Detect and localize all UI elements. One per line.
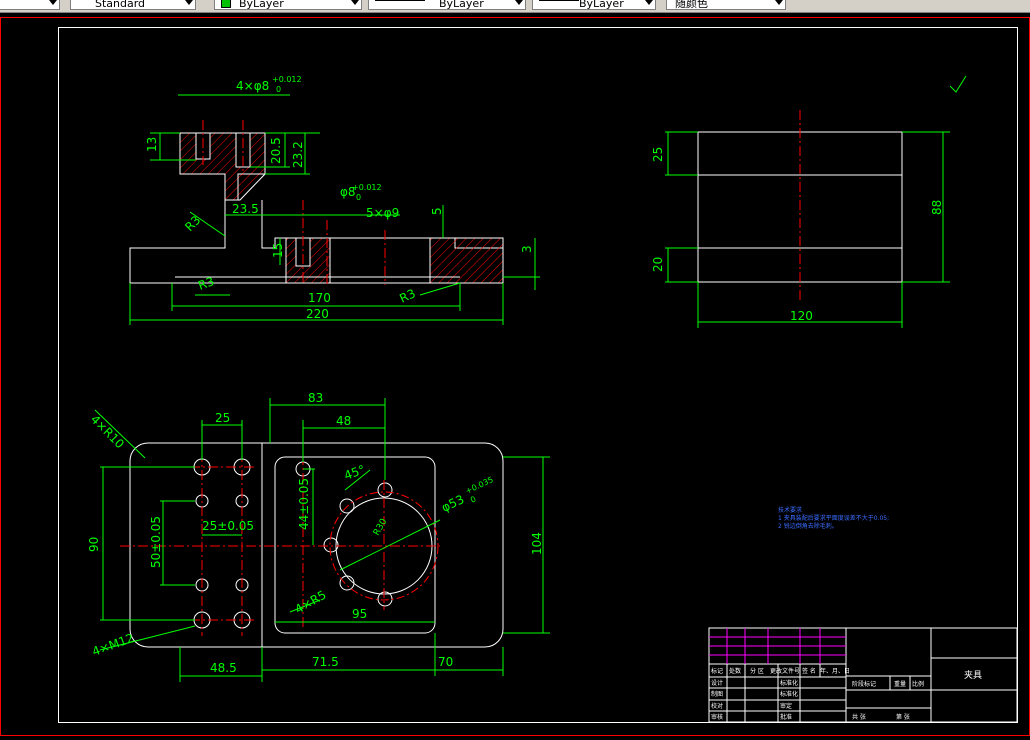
dim-95: 95 bbox=[352, 607, 367, 621]
title-block-revision-grid bbox=[709, 628, 846, 664]
dim-bore-tol-lo: 0 bbox=[469, 495, 477, 505]
dim-25-b: 25 bbox=[215, 411, 230, 425]
tb-sheets: 共 张 bbox=[852, 713, 866, 721]
dim-hole-tol-up: +0.012 bbox=[272, 75, 302, 84]
notes-title: 技术要求 bbox=[778, 506, 802, 514]
tb-std-1: 标准化 bbox=[780, 679, 798, 687]
dim-3: 3 bbox=[520, 245, 534, 253]
dim-bore-tol-up: +0.035 bbox=[464, 475, 495, 496]
dim-83: 83 bbox=[308, 391, 323, 405]
technical-notes: 技术要求 1 夹具装配后要求平面度误差不大于0.05; 2 锐边倒角去除毛刺。 bbox=[778, 506, 889, 530]
dim-45deg: 45° bbox=[342, 462, 367, 482]
linetype-combo[interactable]: ByLayer bbox=[368, 0, 526, 10]
front-view bbox=[129, 132, 504, 284]
top-dims bbox=[94, 398, 550, 682]
dim-bore-53: φ53 bbox=[439, 492, 466, 514]
dim-pin-tol-up: +0.012 bbox=[352, 183, 382, 192]
tb-zone: 分 区 bbox=[750, 667, 764, 675]
tb-weight: 重量 bbox=[894, 680, 906, 688]
tb-scale: 比例 bbox=[912, 680, 924, 688]
dim-4xm12: 4×M12 bbox=[90, 631, 135, 659]
tb-check: 校对 bbox=[711, 702, 723, 710]
linetype-preview bbox=[375, 0, 425, 1]
tb-count: 处数 bbox=[729, 667, 741, 675]
prev-combo[interactable] bbox=[0, 0, 60, 10]
dim-23-5: 23.5 bbox=[232, 202, 259, 216]
front-dims bbox=[129, 94, 540, 325]
tb-design: 设计 bbox=[711, 679, 723, 687]
tb-sheet: 第 张 bbox=[896, 713, 910, 721]
notes-line-2: 2 锐边倒角去除毛刺。 bbox=[778, 522, 838, 530]
dim-20-5: 20.5 bbox=[269, 137, 283, 164]
dim-23-2: 23.2 bbox=[291, 141, 305, 168]
dim-hole-4x8: 4×φ8 bbox=[236, 79, 269, 93]
dim-r3-a: R3 bbox=[182, 213, 203, 234]
tb-date: 年、月、日 bbox=[820, 667, 850, 675]
lineweight-preview bbox=[539, 0, 579, 1]
tb-sign: 签 名 bbox=[802, 667, 816, 675]
plot-style-value: 随颜色 bbox=[675, 0, 708, 10]
dim-20: 20 bbox=[651, 257, 665, 272]
tb-std-2: 标准化 bbox=[780, 690, 798, 698]
color-swatch bbox=[221, 0, 231, 8]
tb-approve-a: 审定 bbox=[780, 702, 792, 710]
side-dims bbox=[665, 75, 967, 328]
dim-48-5: 48.5 bbox=[210, 661, 237, 675]
dim-50: 50±0.05 bbox=[149, 516, 163, 568]
dim-71-5: 71.5 bbox=[312, 655, 339, 669]
dim-r3-c: R3 bbox=[397, 286, 417, 305]
dim-88: 88 bbox=[930, 200, 944, 215]
tb-change-doc: 更改文件号 bbox=[770, 667, 800, 675]
dim-4xr5: 4×R5 bbox=[293, 588, 329, 617]
dim-44: 44±0.05 bbox=[297, 478, 311, 530]
dim-104: 104 bbox=[530, 532, 544, 555]
dim-25: 25 bbox=[651, 147, 665, 162]
color-combo[interactable]: ByLayer bbox=[214, 0, 362, 10]
tb-mark: 标记 bbox=[711, 667, 723, 675]
dim-120: 120 bbox=[790, 309, 813, 323]
side-dim-text: 25 20 88 120 bbox=[651, 147, 944, 323]
text-style-combo[interactable]: Standard bbox=[70, 0, 196, 10]
notes-line-1: 1 夹具装配后要求平面度误差不大于0.05; bbox=[778, 514, 889, 522]
dim-hole-tol-lo: 0 bbox=[276, 85, 281, 94]
tb-draw: 制图 bbox=[711, 690, 723, 698]
color-value: ByLayer bbox=[239, 0, 284, 10]
tb-review: 审核 bbox=[711, 713, 723, 721]
dim-220: 220 bbox=[306, 307, 329, 321]
cad-drawing: 4×φ8 +0.012 0 13 20.5 23.2 R3 23.5 φ8 +0… bbox=[0, 17, 1030, 736]
dim-5: 5 bbox=[430, 207, 444, 215]
dim-70: 70 bbox=[438, 655, 453, 669]
dim-r30: R30 bbox=[372, 517, 390, 538]
text-style-value: Standard bbox=[95, 0, 146, 10]
drawing-canvas[interactable]: 4×φ8 +0.012 0 13 20.5 23.2 R3 23.5 φ8 +0… bbox=[0, 12, 1030, 736]
lineweight-value: ByLayer bbox=[579, 0, 624, 10]
title-block-text: 标记 处数 分 区 更改文件号 签 名 年、月、日 设计 标准化 制图 标准化 … bbox=[711, 667, 982, 721]
dim-25-05: 25±0.05 bbox=[202, 519, 254, 533]
front-dim-text: 4×φ8 +0.012 0 13 20.5 23.2 R3 23.5 φ8 +0… bbox=[145, 75, 534, 321]
dim-170: 170 bbox=[308, 291, 331, 305]
dim-pin-tol-lo: 0 bbox=[356, 193, 361, 202]
tb-stage: 阶段标记 bbox=[852, 680, 876, 688]
lineweight-combo[interactable]: ByLayer bbox=[532, 0, 656, 10]
top-view bbox=[129, 442, 504, 648]
tb-part-name: 夹具 bbox=[964, 669, 982, 681]
top-dim-text: 4×R10 83 25 48 45° 44±0.05 50±0.05 25±0.… bbox=[87, 391, 544, 675]
tb-approve-b: 批准 bbox=[780, 713, 792, 721]
dim-4xr10: 4×R10 bbox=[88, 412, 127, 451]
plot-style-combo[interactable]: 随颜色 bbox=[666, 0, 786, 10]
dim-5x9: 5×φ9 bbox=[366, 206, 399, 220]
linetype-value: ByLayer bbox=[439, 0, 484, 10]
dim-13: 13 bbox=[145, 137, 159, 152]
dim-48: 48 bbox=[336, 414, 351, 428]
dim-90: 90 bbox=[87, 537, 101, 552]
dim-15: 15 bbox=[271, 243, 285, 258]
